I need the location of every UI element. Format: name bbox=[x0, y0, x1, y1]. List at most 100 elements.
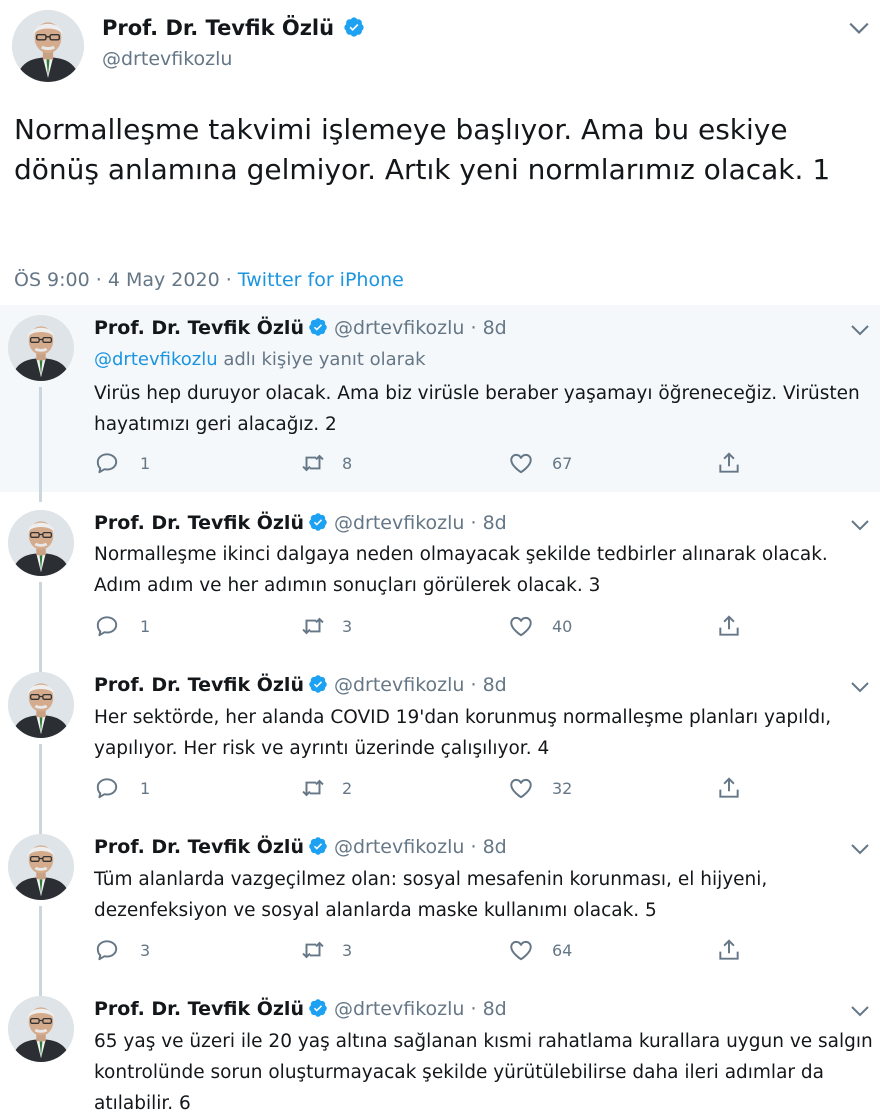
thread-line bbox=[39, 744, 42, 834]
avatar[interactable] bbox=[8, 834, 74, 900]
tweet-header: Prof. Dr. Tevfik Özlü @drtevfikozlu · 8d bbox=[94, 998, 507, 1020]
avatar[interactable] bbox=[12, 10, 84, 82]
verified-badge-icon bbox=[308, 836, 328, 856]
chevron-down-icon[interactable] bbox=[848, 20, 870, 36]
avatar[interactable] bbox=[8, 672, 74, 738]
like-count: 67 bbox=[552, 453, 573, 473]
retweet-icon bbox=[300, 613, 326, 639]
author-name[interactable]: Prof. Dr. Tevfik Özlü bbox=[94, 998, 304, 1020]
verified-badge-icon bbox=[343, 16, 365, 38]
action-bar: 1 2 32 bbox=[94, 775, 754, 801]
thread-line bbox=[39, 906, 42, 996]
retweet-icon bbox=[300, 937, 326, 963]
tweet-date[interactable]: 4 May 2020 bbox=[108, 269, 220, 291]
like-button[interactable]: 64 bbox=[508, 937, 572, 963]
tweet-text: Her sektörde, her alanda COVID 19'dan ko… bbox=[94, 707, 832, 759]
reply-tweet[interactable]: Prof. Dr. Tevfik Özlü @drtevfikozlu · 8d … bbox=[0, 492, 880, 672]
retweet-icon bbox=[300, 775, 326, 801]
verified-badge-icon bbox=[308, 674, 328, 694]
author-name[interactable]: Prof. Dr. Tevfik Özlü bbox=[94, 317, 304, 339]
reply-count: 3 bbox=[140, 940, 151, 960]
reply-icon bbox=[94, 775, 120, 801]
reply-button[interactable]: 3 bbox=[94, 937, 150, 963]
author-handle[interactable]: @drtevfikozlu bbox=[334, 317, 464, 339]
chevron-down-icon[interactable] bbox=[850, 323, 870, 337]
tweet-meta: ÖS 9:00 · 4 May 2020 · Twitter for iPhon… bbox=[14, 269, 404, 291]
like-button[interactable]: 67 bbox=[508, 450, 572, 476]
reply-button[interactable]: 1 bbox=[94, 775, 150, 801]
retweet-button[interactable]: 8 bbox=[300, 450, 352, 476]
retweet-button[interactable]: 2 bbox=[300, 775, 352, 801]
tweet-text: Tüm alanlarda vazgeçilmez olan: sosyal m… bbox=[94, 869, 768, 921]
tweet-time-ago[interactable]: 8d bbox=[483, 998, 507, 1020]
retweet-count: 3 bbox=[342, 940, 353, 960]
tweet-time-ago[interactable]: 8d bbox=[483, 512, 507, 534]
retweet-count: 8 bbox=[342, 453, 353, 473]
thread-line bbox=[39, 582, 42, 672]
share-button[interactable] bbox=[716, 450, 762, 476]
share-icon bbox=[716, 937, 742, 963]
reply-button[interactable]: 1 bbox=[94, 450, 150, 476]
thread-line bbox=[39, 492, 42, 502]
reply-icon bbox=[94, 937, 120, 963]
reply-tweet[interactable]: Prof. Dr. Tevfik Özlü @drtevfikozlu · 8d … bbox=[0, 305, 880, 492]
reply-button[interactable]: 1 bbox=[94, 613, 150, 639]
author-name[interactable]: Prof. Dr. Tevfik Özlü bbox=[94, 836, 304, 858]
tweet-header: Prof. Dr. Tevfik Özlü @drtevfikozlu · 8d bbox=[94, 836, 507, 858]
tweet-header: Prof. Dr. Tevfik Özlü @drtevfikozlu · 8d bbox=[94, 512, 507, 534]
avatar[interactable] bbox=[8, 315, 74, 381]
like-count: 64 bbox=[552, 940, 573, 960]
chevron-down-icon[interactable] bbox=[850, 518, 870, 532]
tweet-time-ago[interactable]: 8d bbox=[483, 317, 507, 339]
tweet-time-ago[interactable]: 8d bbox=[483, 836, 507, 858]
chevron-down-icon[interactable] bbox=[850, 680, 870, 694]
like-count: 32 bbox=[552, 778, 573, 798]
reply-tweet[interactable]: Prof. Dr. Tevfik Özlü @drtevfikozlu · 8d … bbox=[0, 824, 880, 996]
share-button[interactable] bbox=[716, 613, 762, 639]
share-icon bbox=[716, 450, 742, 476]
tweet-time[interactable]: ÖS 9:00 bbox=[14, 269, 90, 291]
share-button[interactable] bbox=[716, 937, 762, 963]
chevron-down-icon[interactable] bbox=[850, 1004, 870, 1018]
share-button[interactable] bbox=[716, 775, 762, 801]
tweet-time-ago[interactable]: 8d bbox=[483, 674, 507, 696]
retweet-button[interactable]: 3 bbox=[300, 937, 352, 963]
like-icon bbox=[508, 450, 534, 476]
avatar[interactable] bbox=[8, 996, 74, 1062]
tweet-header: Prof. Dr. Tevfik Özlü @drtevfikozlu · 8d bbox=[94, 674, 507, 696]
author-handle[interactable]: @drtevfikozlu bbox=[334, 674, 464, 696]
reply-to-handle[interactable]: @drtevfikozlu bbox=[94, 349, 218, 370]
main-tweet: Prof. Dr. Tevfik Özlü @drtevfikozlu Norm… bbox=[0, 0, 880, 305]
retweet-count: 3 bbox=[342, 616, 353, 636]
reply-tweet[interactable]: Prof. Dr. Tevfik Özlü @drtevfikozlu · 8d … bbox=[0, 662, 880, 834]
author-handle[interactable]: @drtevfikozlu bbox=[334, 512, 464, 534]
reply-tweet[interactable]: Prof. Dr. Tevfik Özlü @drtevfikozlu · 8d … bbox=[0, 986, 880, 1117]
like-icon bbox=[508, 613, 534, 639]
reply-count: 1 bbox=[140, 453, 151, 473]
like-button[interactable]: 32 bbox=[508, 775, 572, 801]
retweet-count: 2 bbox=[342, 778, 353, 798]
like-count: 40 bbox=[552, 616, 573, 636]
author-name[interactable]: Prof. Dr. Tevfik Özlü bbox=[94, 674, 304, 696]
tweet-source[interactable]: Twitter for iPhone bbox=[238, 269, 404, 291]
author-handle[interactable]: @drtevfikozlu bbox=[334, 998, 464, 1020]
avatar[interactable] bbox=[8, 510, 74, 576]
author-name[interactable]: Prof. Dr. Tevfik Özlü bbox=[102, 16, 365, 40]
tweet-text: 65 yaş ve üzeri ile 20 yaş altına sağlan… bbox=[94, 1031, 873, 1114]
reply-count: 1 bbox=[140, 616, 151, 636]
reply-icon bbox=[94, 450, 120, 476]
author-name[interactable]: Prof. Dr. Tevfik Özlü bbox=[94, 512, 304, 534]
like-icon bbox=[508, 937, 534, 963]
author-handle[interactable]: @drtevfikozlu bbox=[334, 836, 464, 858]
thread-line bbox=[39, 387, 42, 492]
author-handle[interactable]: @drtevfikozlu bbox=[102, 48, 232, 70]
tweet-text: Normalleşme takvimi işlemeye başlıyor. A… bbox=[14, 113, 831, 186]
action-bar: 1 3 40 bbox=[94, 613, 754, 639]
action-bar: 1 8 67 bbox=[94, 450, 754, 476]
like-button[interactable]: 40 bbox=[508, 613, 572, 639]
retweet-icon bbox=[300, 450, 326, 476]
chevron-down-icon[interactable] bbox=[850, 842, 870, 856]
retweet-button[interactable]: 3 bbox=[300, 613, 352, 639]
tweet-text: Virüs hep duruyor olacak. Ama biz virüsl… bbox=[94, 383, 860, 435]
tweet-header: Prof. Dr. Tevfik Özlü @drtevfikozlu · 8d bbox=[94, 317, 507, 339]
